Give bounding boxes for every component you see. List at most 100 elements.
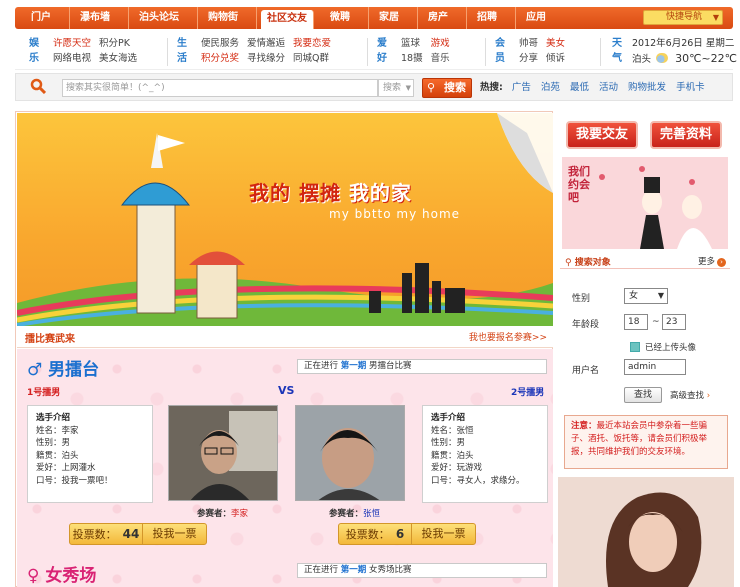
vote-count-label: 投票数： <box>345 528 390 541</box>
banner-title-part1: 我的 摆摊 <box>249 181 341 205</box>
main-nav: 门户 瀑布墙 泊头论坛 购物街 社区交友 微聘 家居 房产 招聘 应用 快捷导航… <box>15 7 733 29</box>
make-friends-button[interactable]: 我要交友 <box>566 121 638 149</box>
search-friends-box: ⚲ 搜索对象 更多 › 性别 女 ▼ 年龄段 18 ~ 23 已经上传头像 用户名… <box>560 253 730 409</box>
hot-search-link[interactable]: 手机卡 <box>676 82 705 93</box>
link-item[interactable]: 寻找缘分 <box>247 51 285 66</box>
link-item[interactable]: 积分PK <box>99 36 137 51</box>
banner-subtitle: my bbtto my home <box>329 207 461 221</box>
vote-button[interactable]: 投我一票 <box>142 524 206 544</box>
hot-search-link[interactable]: 活动 <box>599 82 618 93</box>
nav-item-realestate[interactable]: 房产 <box>418 7 467 29</box>
vote-button[interactable]: 投我一票 <box>411 524 475 544</box>
group-links: 帅哥 美女 分享 倾诉 <box>519 36 565 66</box>
advanced-search-link[interactable]: 高级查找 › <box>670 389 710 401</box>
link-item[interactable]: 帅哥 <box>519 36 538 51</box>
nav-item-forum[interactable]: 泊头论坛 <box>129 7 198 29</box>
link-item[interactable]: 倾诉 <box>546 51 565 66</box>
link-item[interactable]: 爱情邂逅 <box>247 36 285 51</box>
chevron-down-icon: ▼ <box>405 84 411 92</box>
nav-item-weipin[interactable]: 微聘 <box>320 7 369 29</box>
featured-photo[interactable] <box>558 477 734 587</box>
intro-hometown: 籍贯：泊头 <box>431 450 474 461</box>
intro-hobby: 爱好：玩游戏 <box>431 463 483 473</box>
weather-temp: 30℃~22℃ <box>675 52 737 65</box>
nav-item-home[interactable]: 家居 <box>369 7 418 29</box>
gender-value: 女 <box>629 291 639 301</box>
group-label: 爱好 <box>377 38 387 64</box>
hot-search-link[interactable]: 广告 <box>512 82 531 93</box>
player2-intro-card: 选手介绍 姓名：张恒 性别：男 籍贯：泊头 爱好：玩游戏 口号：寻女人，求缘分。 <box>422 405 548 503</box>
link-item[interactable]: 便民服务 <box>201 36 239 51</box>
link-item[interactable]: 同城Q群 <box>293 51 331 66</box>
banner: 我的 摆摊 我的家 my bbtto my home <box>17 113 553 326</box>
age-from-input[interactable]: 18 <box>624 314 648 330</box>
link-item[interactable]: 积分兑奖 <box>201 51 239 66</box>
player1-photo[interactable] <box>168 405 278 501</box>
entrant-name[interactable]: 张恒 <box>363 509 380 519</box>
arrow-right-icon: › <box>706 391 711 401</box>
group-label: 会员 <box>495 38 505 64</box>
nav-items: 门户 瀑布墙 泊头论坛 购物街 社区交友 微聘 家居 房产 招聘 应用 <box>21 7 564 29</box>
chevron-down-icon: ▼ <box>712 13 719 22</box>
find-button[interactable]: 查找 <box>624 387 662 403</box>
signup-link[interactable]: 我也要报名参赛>> <box>469 330 547 343</box>
nav-item-jobs[interactable]: 招聘 <box>467 7 516 29</box>
dating-poster[interactable]: 我们约会吧 <box>562 157 728 249</box>
intro-title: 选手介绍 <box>431 413 466 423</box>
gender-label: 性别 <box>572 294 591 304</box>
nav-item-waterfall[interactable]: 瀑布墙 <box>70 7 129 29</box>
nav-item-portal[interactable]: 门户 <box>21 7 70 29</box>
link-item[interactable]: 网络电视 <box>53 51 91 66</box>
group-label: 娱乐 <box>29 38 39 64</box>
link-item[interactable]: 美女海选 <box>99 51 137 66</box>
search-scope-value: 搜索 <box>383 83 402 93</box>
male-arena-title-text: 男擂台 <box>48 360 100 380</box>
search-scope-select[interactable]: 搜索 ▼ <box>378 79 414 97</box>
link-item[interactable]: 许愿天空 <box>53 36 91 51</box>
link-item[interactable]: 音乐 <box>431 51 450 66</box>
vote-count: 投票数： 44 <box>70 524 142 545</box>
link-item[interactable]: 游戏 <box>431 36 450 51</box>
search-friends-title: ⚲ 搜索对象 <box>565 255 611 268</box>
link-item[interactable]: 18摄 <box>401 51 423 66</box>
weather-city: 泊头 <box>632 54 652 65</box>
search-icon: ⚲ <box>427 81 436 94</box>
status-suffix: 女秀场比赛 <box>368 565 412 575</box>
link-item[interactable]: 我要恋爱 <box>293 36 331 51</box>
search-bar: 搜索其实很简单！(^_^) 搜索 ▼ ⚲ 搜索 热搜: 广告 泊苑 最低 活动 … <box>15 73 733 101</box>
nav-item-apps[interactable]: 应用 <box>516 7 564 29</box>
player1-caption: 参赛者：李家 <box>197 507 248 519</box>
main-panel: 我的 摆摊 我的家 my bbtto my home 擂比赛武来 我也要报名参赛… <box>15 111 553 587</box>
entrant-label: 参赛者： <box>197 509 232 519</box>
hot-search-link[interactable]: 泊苑 <box>541 82 560 93</box>
username-label: 用户名 <box>572 366 600 376</box>
search-input[interactable]: 搜索其实很简单！(^_^) <box>62 79 378 97</box>
age-to-input[interactable]: 23 <box>662 314 686 330</box>
gender-select[interactable]: 女 ▼ <box>624 288 668 304</box>
hot-label: 热搜: <box>480 82 503 93</box>
player2-label: 2号擂男 <box>511 388 545 398</box>
link-item[interactable]: 分享 <box>519 51 538 66</box>
entrant-name[interactable]: 李家 <box>231 509 248 519</box>
has-photo-checkbox[interactable] <box>630 342 640 352</box>
weather-line: 泊头 30℃~22℃ <box>632 51 737 67</box>
more-link[interactable]: 更多 › <box>698 255 726 267</box>
shortcut-nav-dropdown[interactable]: 快捷导航 ▼ <box>643 10 723 25</box>
username-input[interactable]: admin <box>624 359 686 375</box>
search-icon: ⚲ <box>565 258 572 268</box>
search-icon <box>30 78 46 94</box>
hot-search-link[interactable]: 最低 <box>570 82 589 93</box>
notice-label: 注意： <box>571 421 597 431</box>
female-arena-title: ♀ 女秀场 <box>27 561 96 586</box>
player2-photo[interactable] <box>295 405 405 501</box>
nav-item-shop[interactable]: 购物街 <box>198 7 257 29</box>
arena: ♂ 男擂台 正在进行 第一期 男擂台比赛 1号擂男 VS 2号擂男 选手介绍 姓… <box>17 349 553 587</box>
player2-photo-image <box>296 406 404 500</box>
search-button[interactable]: ⚲ 搜索 <box>422 78 472 98</box>
complete-profile-button[interactable]: 完善资料 <box>650 121 722 149</box>
nav-item-social[interactable]: 社区交友 <box>261 10 314 29</box>
link-item[interactable]: 美女 <box>546 36 565 51</box>
hot-search-link[interactable]: 购物批发 <box>628 82 666 93</box>
player1-photo-image <box>169 406 277 500</box>
link-item[interactable]: 篮球 <box>401 36 423 51</box>
